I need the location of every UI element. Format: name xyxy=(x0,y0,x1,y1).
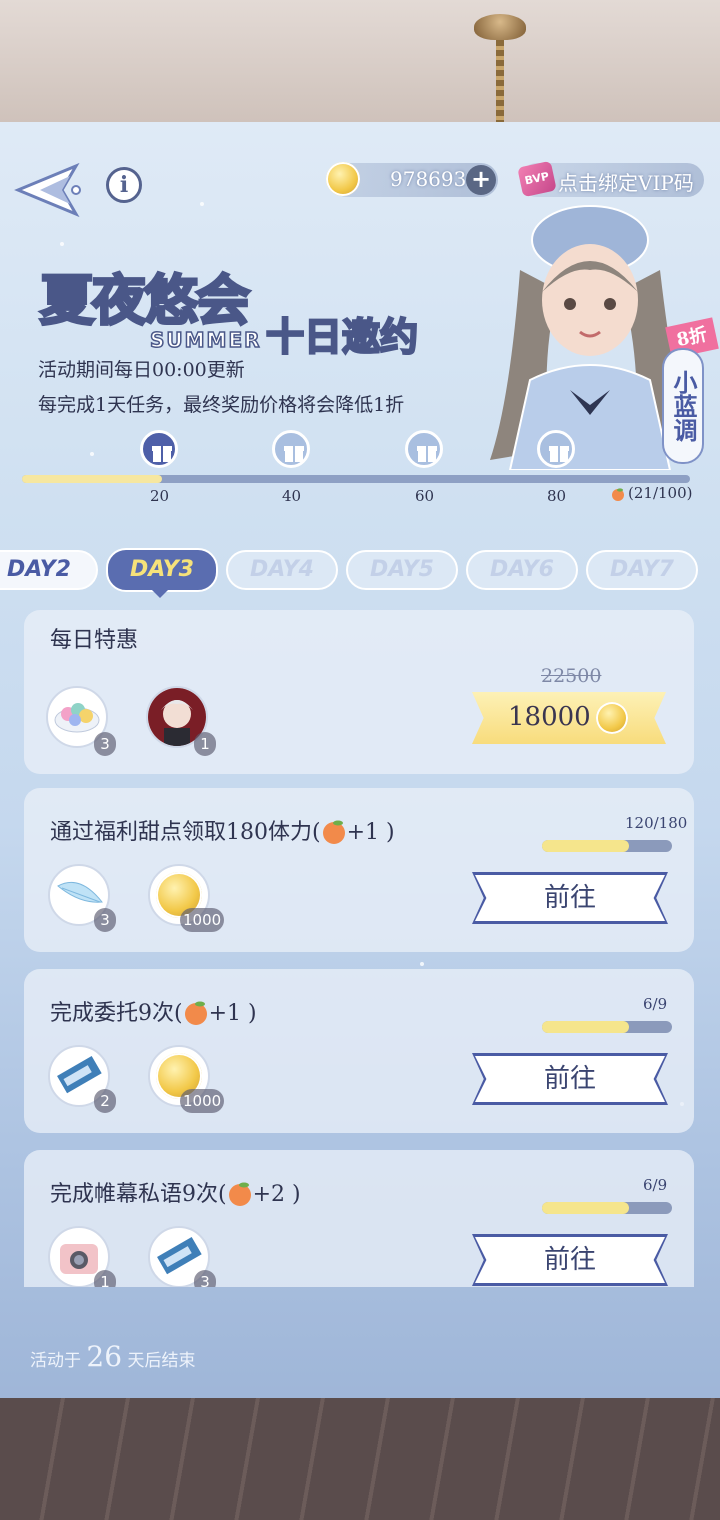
task-title-text: 完成帷幕私语9次( xyxy=(50,1182,227,1207)
task-title: 完成帷幕私语9次( +2 ) xyxy=(50,1176,301,1208)
task-title-text: 完成委托9次( xyxy=(50,1001,183,1026)
task-progress-count: 120/180 xyxy=(625,814,688,832)
add-coins-button[interactable]: + xyxy=(466,165,496,195)
milestone-gift-40[interactable] xyxy=(272,430,310,468)
item-count-badge: 3 xyxy=(94,908,116,932)
back-arrow-icon[interactable] xyxy=(14,162,90,218)
peach-icon xyxy=(228,1182,251,1206)
sparkle xyxy=(200,202,204,206)
task-progress-fill xyxy=(542,1021,630,1033)
milestone-label-20: 20 xyxy=(150,487,170,505)
room-floor xyxy=(0,1398,720,1520)
task-progress-bar xyxy=(542,1021,672,1033)
go-button-label: 前往 xyxy=(543,1245,596,1275)
tab-day6[interactable]: DAY6 xyxy=(466,550,578,590)
task-progress-fill xyxy=(542,1202,630,1214)
task-reward-text: +1 ) xyxy=(208,1001,257,1026)
sparkle xyxy=(60,242,64,246)
event-update-note: 活动期间每日00:00更新 xyxy=(38,359,245,381)
task-progress-bar xyxy=(542,1202,672,1214)
tab-day4[interactable]: DAY4 xyxy=(226,550,338,590)
gold-coin-icon xyxy=(596,702,628,734)
event-subtitle: 十日邀约 xyxy=(265,314,420,361)
countdown-suffix: 天后结束 xyxy=(127,1351,196,1371)
peach-icon xyxy=(322,820,345,844)
task-progress-bar xyxy=(542,840,672,852)
peach-icon xyxy=(184,1001,207,1025)
go-button[interactable]: 前往 xyxy=(472,872,668,924)
item-count-badge: 2 xyxy=(94,1089,116,1113)
gift-icon xyxy=(549,446,569,462)
ceiling-lamp-icon xyxy=(474,14,526,40)
item-count-badge: 1 xyxy=(194,732,216,756)
countdown-prefix: 活动于 xyxy=(30,1351,81,1371)
info-button[interactable]: i xyxy=(106,167,142,203)
milestone-label-60: 60 xyxy=(415,487,435,505)
go-button[interactable]: 前往 xyxy=(472,1234,668,1286)
event-countdown: 活动于 26 天后结束 xyxy=(30,1340,195,1373)
task-title-text: 通过福利甜点领取180体力( xyxy=(50,820,321,845)
sparkle xyxy=(420,962,424,966)
buy-price: 18000 xyxy=(508,702,591,732)
gift-icon xyxy=(152,446,172,462)
gold-coin-icon xyxy=(326,162,360,196)
go-button-label: 前往 xyxy=(543,1064,596,1094)
active-tab-pointer xyxy=(150,588,170,598)
go-button[interactable]: 前往 xyxy=(472,1053,668,1105)
milestone-gift-20[interactable] xyxy=(140,430,178,468)
event-title: 夏夜悠会 xyxy=(39,268,252,334)
task-reward-text: +1 ) xyxy=(346,820,395,845)
milestone-progress-fill xyxy=(22,475,163,483)
task-progress-count: 6/9 xyxy=(643,995,668,1013)
task-card: 通过福利甜点领取180体力( +1 ) xyxy=(24,788,694,952)
task-list-clip: 完成帷幕私语9次( +2 ) 6/9 1 3 前往 xyxy=(0,1150,720,1287)
item-count-badge: 3 xyxy=(194,1270,216,1287)
item-count-badge: 1 xyxy=(94,1270,116,1287)
go-button-label: 前往 xyxy=(543,883,596,913)
milestone-progress-text: (21/100) xyxy=(628,484,693,502)
milestone-gift-60[interactable] xyxy=(405,430,443,468)
event-title-summer: SUMMER xyxy=(149,327,262,353)
gift-icon xyxy=(284,446,304,462)
event-discount-note: 每完成1天任务，最终奖励价格将会降低1折 xyxy=(38,394,405,416)
tab-day7[interactable]: DAY7 xyxy=(586,550,698,590)
item-count-badge: 1000 xyxy=(180,908,225,932)
task-progress-fill xyxy=(542,840,630,852)
countdown-days: 26 xyxy=(86,1340,123,1373)
peach-icon xyxy=(612,488,624,501)
lamp-chain xyxy=(496,40,504,122)
task-title: 完成委托9次( +1 ) xyxy=(50,995,257,1027)
milestone-label-80: 80 xyxy=(547,487,567,505)
item-count-badge: 3 xyxy=(94,732,116,756)
item-count-badge: 1000 xyxy=(180,1089,225,1113)
task-progress-count: 6/9 xyxy=(643,1176,668,1194)
original-price: 22500 xyxy=(541,665,602,687)
gift-icon xyxy=(417,446,437,462)
milestone-label-40: 40 xyxy=(282,487,302,505)
milestone-gift-80[interactable] xyxy=(537,430,575,468)
character-name-tag: 小蓝调 xyxy=(662,348,704,464)
sparkle xyxy=(90,452,94,456)
tab-day2[interactable]: DAY2 xyxy=(0,550,98,590)
task-reward-text: +2 ) xyxy=(252,1182,301,1207)
room-background-top xyxy=(0,0,720,122)
vip-bind-button[interactable]: 点击绑定VIP码 xyxy=(558,167,694,196)
coin-balance: 978693 xyxy=(390,167,467,191)
task-card: 完成委托9次( +1 ) xyxy=(24,969,694,1133)
tab-day5[interactable]: DAY5 xyxy=(346,550,458,590)
task-title: 通过福利甜点领取180体力( +1 ) xyxy=(50,814,395,846)
tab-day3[interactable]: DAY3 xyxy=(106,548,218,592)
daily-deal-title: 每日特惠 xyxy=(50,628,139,653)
milestone-progress-track xyxy=(22,475,690,483)
